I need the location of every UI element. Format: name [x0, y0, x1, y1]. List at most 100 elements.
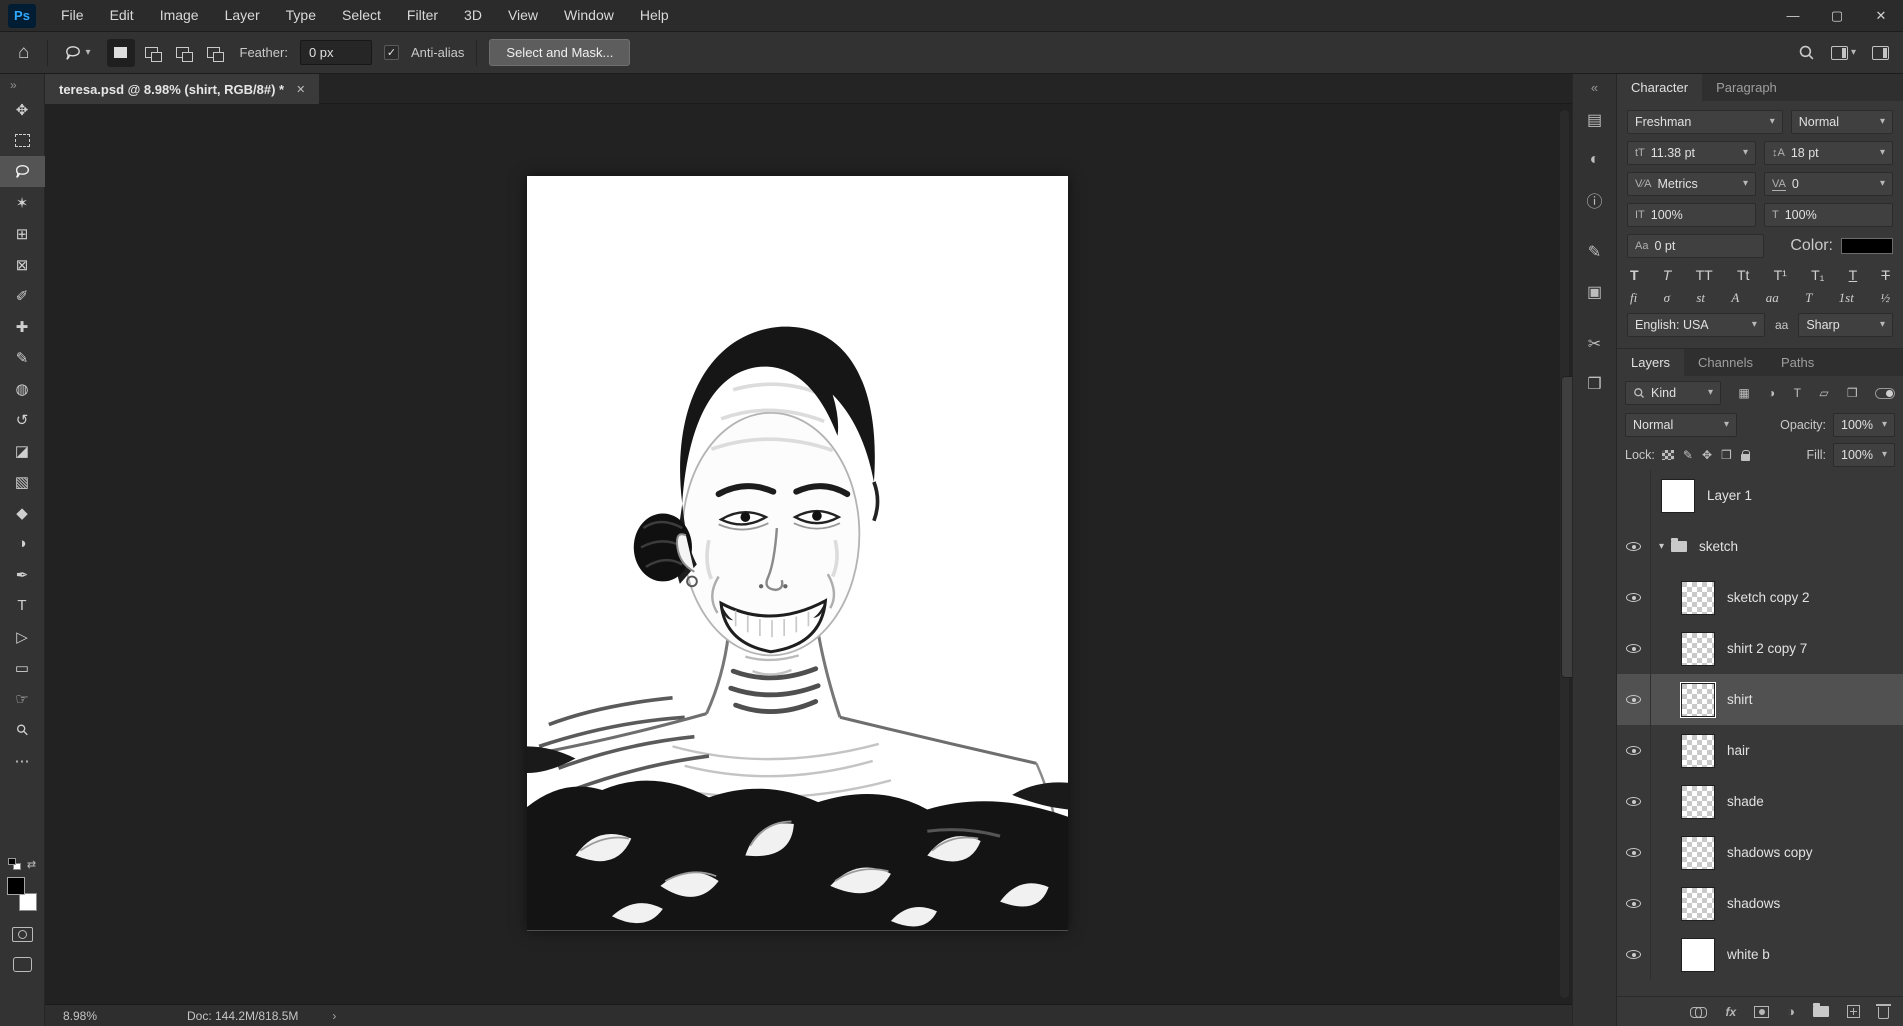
language-select[interactable]: English: USA ▾	[1627, 313, 1765, 337]
leading-field[interactable]: ↕A 18 pt ▾	[1764, 141, 1893, 165]
layer-thumbnail[interactable]	[1681, 734, 1715, 768]
horizontal-scale-field[interactable]: T 100%	[1764, 203, 1893, 227]
layer-row-shirt[interactable]: shirt	[1617, 674, 1903, 725]
subtract-from-selection-button[interactable]	[169, 39, 197, 67]
visibility-well[interactable]	[1617, 878, 1651, 929]
opacity-field[interactable]: 100% ▾	[1833, 413, 1895, 437]
add-to-selection-button[interactable]	[138, 39, 166, 67]
visibility-well[interactable]	[1617, 623, 1651, 674]
text-color-swatch[interactable]	[1841, 238, 1893, 254]
layer-thumbnail[interactable]	[1681, 785, 1715, 819]
close-icon[interactable]: ✕	[1859, 0, 1903, 31]
new-group-icon[interactable]	[1813, 1006, 1829, 1017]
menu-3d[interactable]: 3D	[451, 0, 495, 31]
stylistic-alternates-icon[interactable]: aa	[1766, 290, 1779, 306]
background-color-swatch[interactable]	[19, 893, 37, 911]
layer-thumbnail[interactable]	[1681, 938, 1715, 972]
visibility-well[interactable]	[1617, 674, 1651, 725]
hand-tool[interactable]: ☞	[0, 683, 45, 714]
group-name[interactable]: sketch	[1699, 539, 1738, 554]
layer-row-white-b[interactable]: white b	[1617, 929, 1903, 980]
layer-name[interactable]: white b	[1727, 947, 1770, 962]
dodge-tool[interactable]: ◑	[0, 528, 45, 559]
tab-character[interactable]: Character	[1617, 74, 1702, 101]
select-and-mask-button[interactable]: Select and Mask...	[489, 39, 630, 66]
layer-row-shirt-2-copy-7[interactable]: shirt 2 copy 7	[1617, 623, 1903, 674]
antialias-checkbox[interactable]: ✓	[384, 45, 399, 60]
info-panel-icon[interactable]: ⓘ	[1573, 187, 1616, 213]
close-tab-icon[interactable]: ✕	[296, 83, 305, 96]
filter-shape-layers-icon[interactable]: ▱	[1819, 386, 1828, 400]
workspace-switcher-icon[interactable]	[1872, 46, 1889, 60]
underline-icon[interactable]: T	[1849, 267, 1858, 283]
layer-name[interactable]: shade	[1727, 794, 1764, 809]
lock-transparency-icon[interactable]	[1662, 450, 1674, 460]
new-selection-button[interactable]	[107, 39, 135, 67]
menu-view[interactable]: View	[495, 0, 551, 31]
menu-edit[interactable]: Edit	[97, 0, 147, 31]
layer-name[interactable]: sketch copy 2	[1727, 590, 1810, 605]
delete-layer-icon[interactable]	[1878, 1007, 1889, 1019]
new-layer-icon[interactable]	[1847, 1005, 1860, 1018]
menu-layer[interactable]: Layer	[212, 0, 273, 31]
layer-row-shadows[interactable]: shadows	[1617, 878, 1903, 929]
layer-thumbnail[interactable]	[1681, 683, 1715, 717]
ordinal-number-icon[interactable]: 1st	[1839, 290, 1854, 306]
clone-source-panel-icon[interactable]: ▣	[1573, 279, 1616, 305]
link-layers-icon[interactable]	[1690, 1007, 1707, 1016]
filter-smart-objects-icon[interactable]: ❒	[1847, 386, 1858, 400]
ordinals-icon[interactable]: σ	[1664, 290, 1670, 306]
baseline-shift-field[interactable]: Aa 0 pt	[1627, 234, 1764, 258]
scrollbar-thumb[interactable]	[1561, 376, 1572, 678]
font-family-select[interactable]: Freshman ▾	[1627, 110, 1783, 134]
vertical-scrollbar[interactable]	[1560, 110, 1569, 998]
adjustment-layer-icon[interactable]: ◑	[1787, 1004, 1795, 1019]
eraser-tool[interactable]: ◪	[0, 435, 45, 466]
layer-effects-icon[interactable]: fx	[1725, 1005, 1736, 1019]
subscript-icon[interactable]: T₁	[1811, 267, 1824, 283]
document-canvas[interactable]	[527, 176, 1068, 931]
home-icon[interactable]: ⌂	[12, 42, 35, 64]
eyedropper-tool[interactable]: ✐	[0, 280, 45, 311]
fractions-icon[interactable]: ½	[1880, 290, 1890, 306]
menu-select[interactable]: Select	[329, 0, 394, 31]
arrange-documents-control[interactable]: ▾	[1831, 46, 1856, 60]
foreground-color-swatch[interactable]	[7, 877, 25, 895]
layer-name[interactable]: hair	[1727, 743, 1750, 758]
screen-mode-button[interactable]	[13, 957, 32, 972]
layer-row-sketch-copy-2[interactable]: sketch copy 2	[1617, 572, 1903, 623]
visibility-well[interactable]	[1617, 470, 1651, 521]
antialias-method-select[interactable]: Sharp ▾	[1798, 313, 1893, 337]
filter-pixel-layers-icon[interactable]: ▦	[1738, 386, 1749, 400]
lock-pixels-icon[interactable]: ✎	[1683, 448, 1693, 462]
layer-thumbnail[interactable]	[1681, 632, 1715, 666]
gradient-tool[interactable]: ▧	[0, 466, 45, 497]
group-row-sketch[interactable]: ▾ sketch	[1617, 521, 1903, 572]
quick-mask-button[interactable]	[12, 927, 33, 942]
blur-tool[interactable]: ◆	[0, 497, 45, 528]
canvas-pasteboard[interactable]	[45, 104, 1572, 1004]
fill-field[interactable]: 100% ▾	[1833, 443, 1895, 467]
add-layer-mask-icon[interactable]	[1754, 1006, 1769, 1018]
filter-adjustment-layers-icon[interactable]: ◑	[1768, 386, 1775, 400]
all-caps-icon[interactable]: TT	[1696, 267, 1713, 283]
minimize-icon[interactable]: —	[1771, 0, 1815, 31]
maximize-icon[interactable]: ▢	[1815, 0, 1859, 31]
rectangle-tool[interactable]: ▭	[0, 652, 45, 683]
group-expand-icon[interactable]: ▾	[1659, 541, 1664, 552]
menu-file[interactable]: File	[48, 0, 97, 31]
faux-bold-icon[interactable]: T	[1630, 267, 1639, 283]
lock-artboard-icon[interactable]: ❒	[1721, 448, 1732, 462]
visibility-well[interactable]	[1617, 776, 1651, 827]
layer-row-shadows-copy[interactable]: shadows copy	[1617, 827, 1903, 878]
ligatures-icon[interactable]: fi	[1630, 290, 1637, 306]
brush-tool[interactable]: ✎	[0, 342, 45, 373]
type-tool[interactable]: T	[0, 590, 45, 621]
layer-thumbnail[interactable]	[1661, 479, 1695, 513]
move-tool[interactable]: ✥	[0, 94, 45, 125]
menu-type[interactable]: Type	[273, 0, 329, 31]
visibility-well[interactable]	[1617, 929, 1651, 980]
filter-toggle-switch[interactable]	[1875, 388, 1895, 399]
layer-name[interactable]: shadows copy	[1727, 845, 1813, 860]
filter-type-layers-icon[interactable]: T	[1794, 386, 1801, 400]
